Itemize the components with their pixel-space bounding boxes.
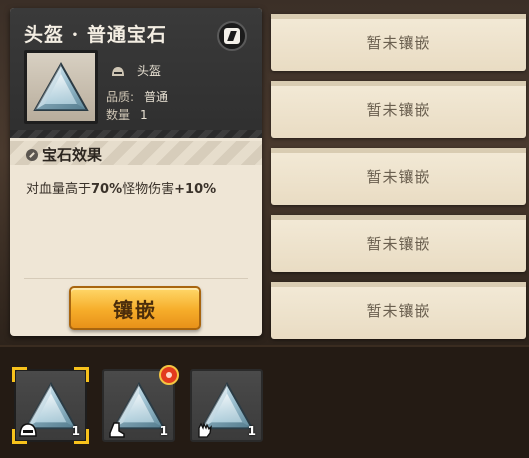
gem-icon [34,63,88,111]
glove-icon [198,422,212,438]
helmet-icon [19,423,37,437]
helmet-icon [112,66,124,76]
slot-count: 1 [71,424,80,438]
inventory-slot-1[interactable]: 1 [12,367,89,444]
close-button[interactable] [217,21,247,51]
quality-label: 品质: [106,90,135,104]
close-icon [224,28,240,44]
quantity-row: 数量 1 [106,106,148,123]
equip-type-row: 头盔 [111,62,161,79]
divider [24,278,248,279]
socket-label: 暂未镶嵌 [366,168,431,186]
effect-bonus: +10% [174,182,217,197]
selection-corner [12,367,27,382]
gem-detail-panel: 头盔 · 普通宝石 头盔 品质: 普通 数量 1 宝石效果 对血量高于70%怪物伤害… [10,8,262,336]
socket-label: 暂未镶嵌 [366,302,431,320]
new-badge-icon [159,365,179,385]
slot-count: 1 [159,424,168,438]
socket-2[interactable]: 暂未镶嵌 [271,81,526,138]
socket-3[interactable]: 暂未镶嵌 [271,148,526,205]
gem-title: 头盔 · 普通宝石 [24,24,167,46]
effect-prefix: 对血量高于 [26,182,92,197]
boot-icon [109,422,125,438]
effect-threshold: 70% [91,182,123,197]
quality-value: 普通 [144,90,169,104]
effect-middle: 怪物伤害 [122,182,175,197]
effect-title-text: 宝石效果 [42,146,103,164]
quality-row: 品质: 普通 [106,88,168,105]
socket-4[interactable]: 暂未镶嵌 [271,215,526,272]
effect-icon [26,149,38,161]
socket-1[interactable]: 暂未镶嵌 [271,14,526,71]
effect-description: 对血量高于70%怪物伤害+10% [26,178,216,197]
inventory-slot-2[interactable]: 1 [102,365,179,442]
equip-type-value: 头盔 [137,64,162,78]
socket-label: 暂未镶嵌 [366,101,431,119]
effect-title: 宝石效果 [26,144,102,165]
quantity-value: 1 [140,108,148,122]
socket-label: 暂未镶嵌 [366,235,431,253]
quantity-label: 数量 [106,108,131,122]
socket-5[interactable]: 暂未镶嵌 [271,282,526,339]
slot-count: 1 [247,424,256,438]
socket-label: 暂未镶嵌 [366,34,431,52]
inventory-slot-3[interactable]: 1 [190,369,263,442]
gem-preview [24,50,98,124]
selection-corner [74,367,89,382]
inlay-button[interactable]: 镶嵌 [69,286,201,330]
